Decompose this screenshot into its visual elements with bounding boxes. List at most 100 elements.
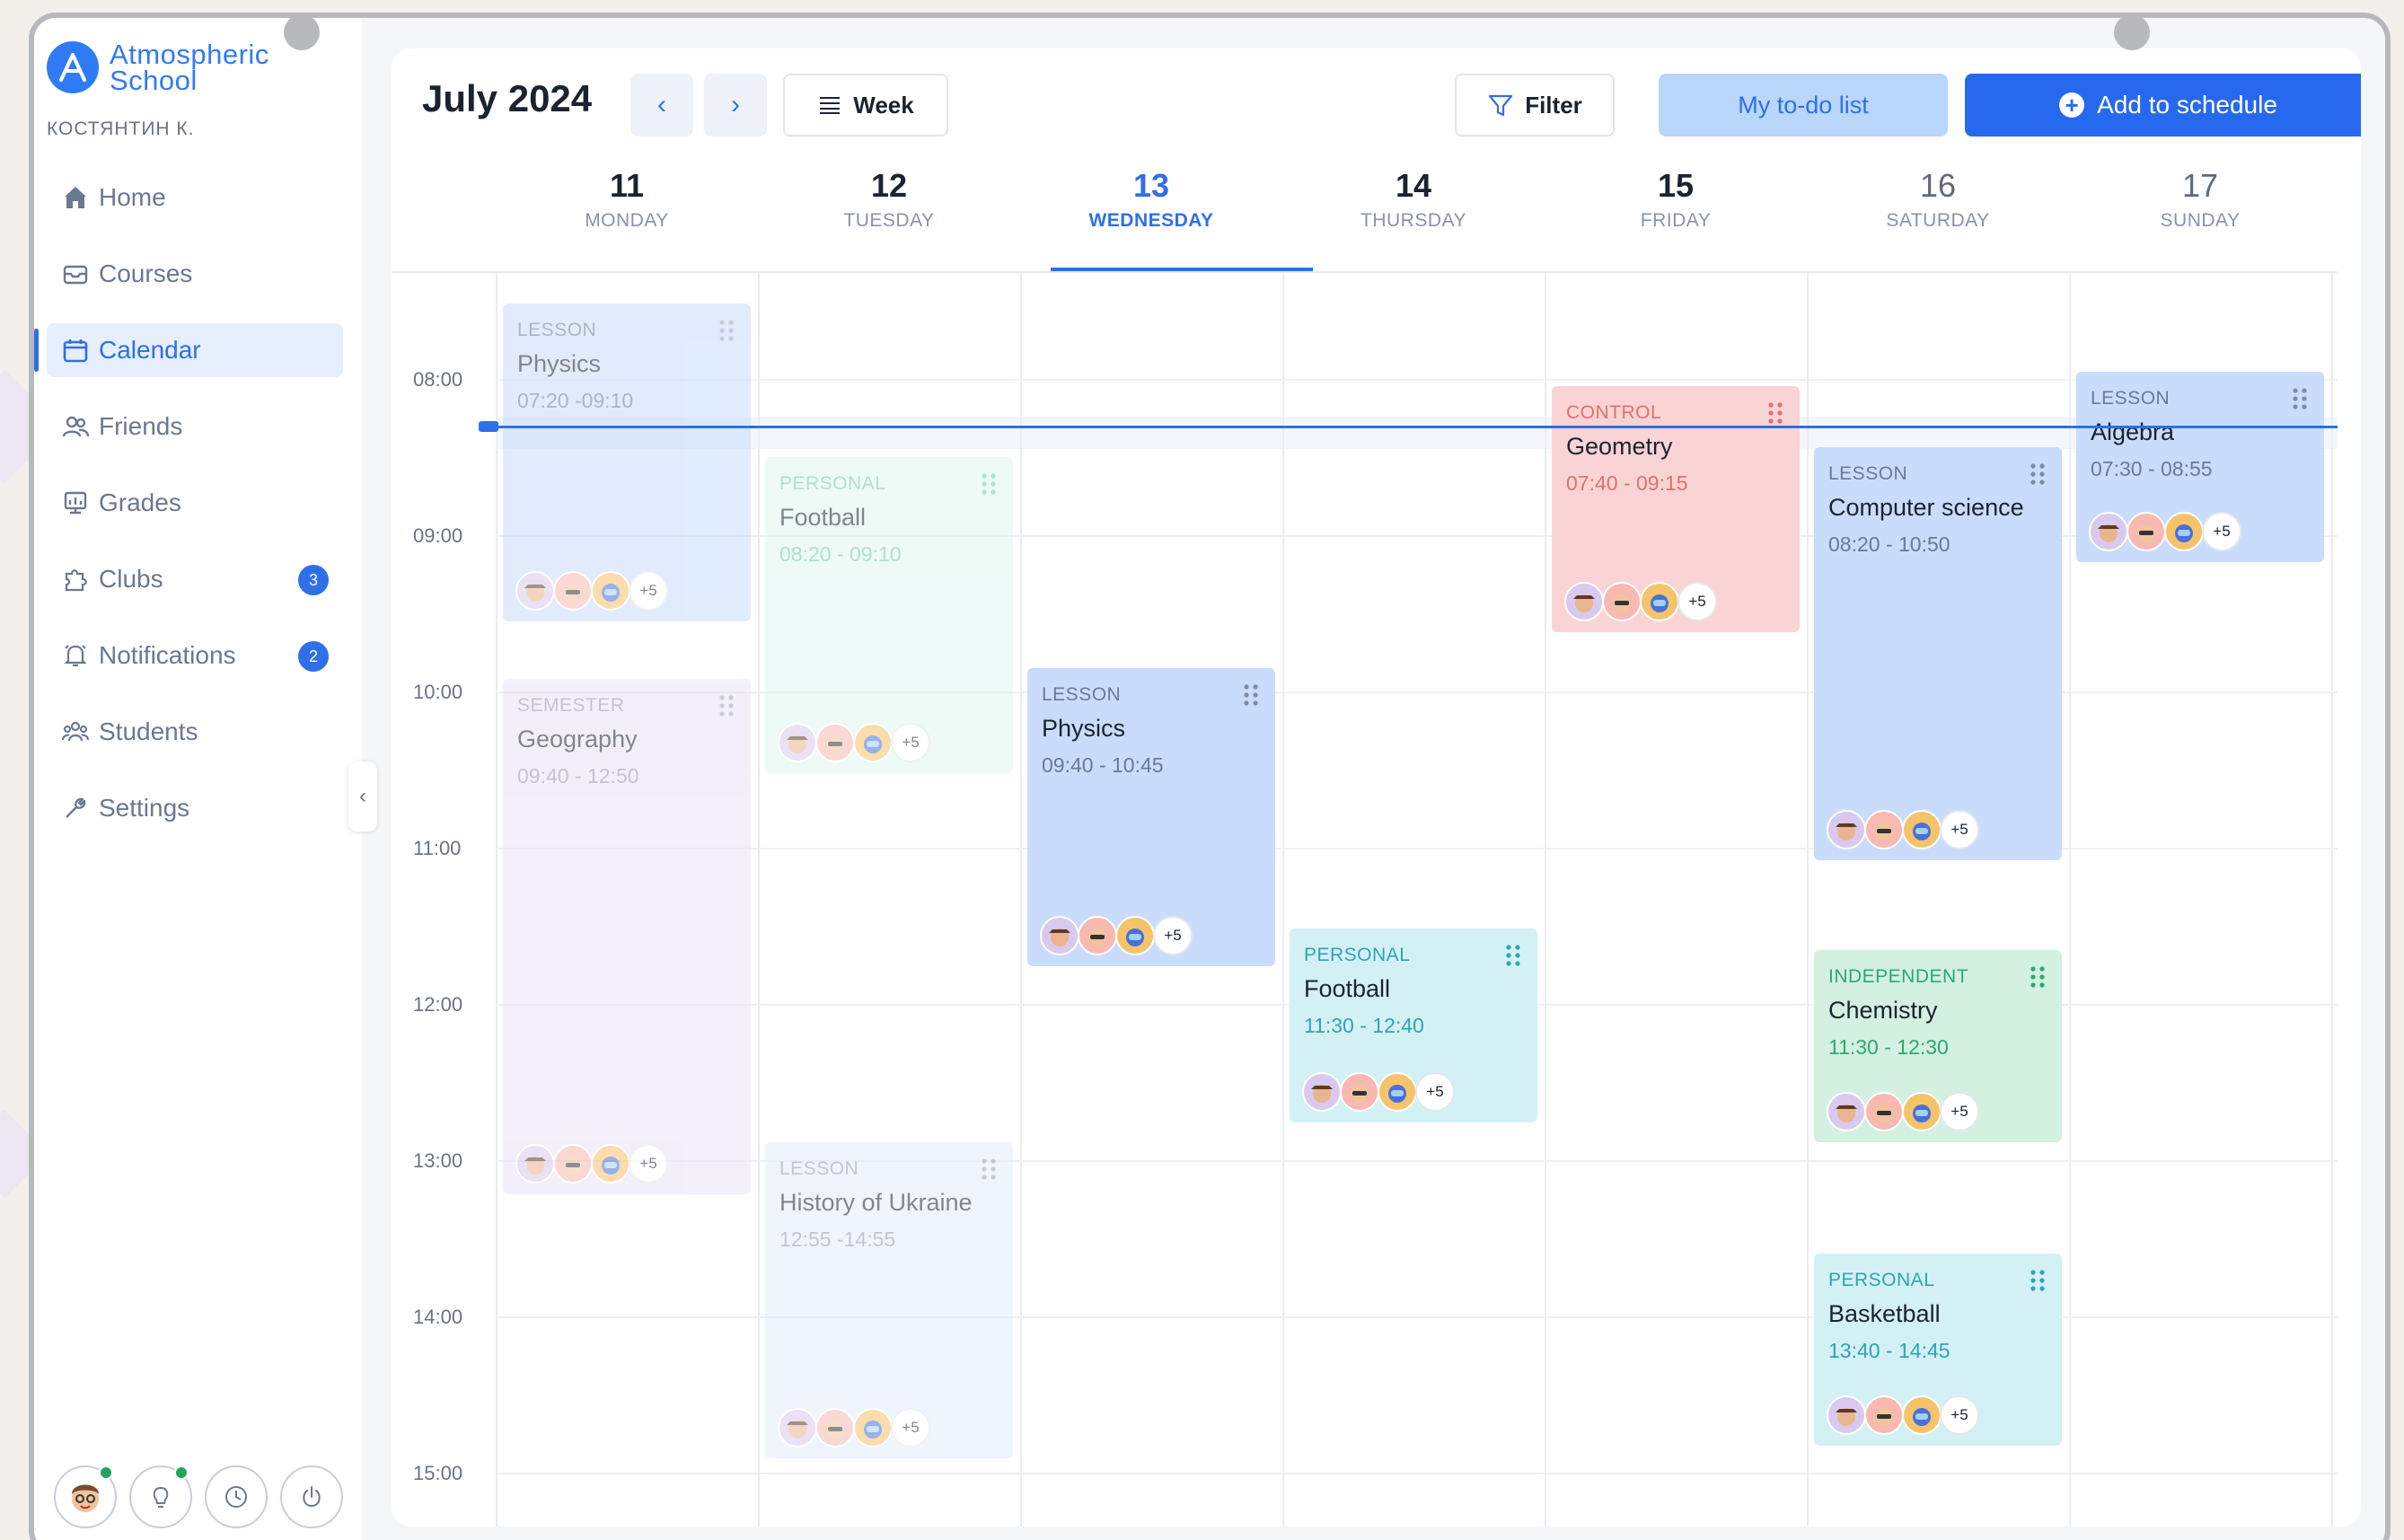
- students-icon: [61, 721, 90, 742]
- logo[interactable]: Atmospheric School: [47, 40, 269, 94]
- participants[interactable]: +5: [515, 571, 668, 611]
- event-time: 11:30 - 12:30: [1828, 1035, 1949, 1059]
- frame-pin: [284, 18, 320, 50]
- day-header-saturday[interactable]: 16 SATURDAY: [1807, 167, 2069, 232]
- event-card[interactable]: LESSON Algebra 07:30 - 08:55 +5: [2076, 372, 2324, 562]
- sidebar-nav: Home Courses Calendar Friends Grades Clu…: [34, 171, 343, 858]
- drag-handle-icon[interactable]: [717, 318, 736, 343]
- sidebar-item-label: Notifications: [99, 641, 236, 669]
- grid-column-line: [1020, 273, 1022, 1527]
- participants[interactable]: +5: [1827, 810, 1979, 849]
- day-number: 11: [609, 167, 645, 204]
- event-title: Physics: [1042, 715, 1126, 742]
- day-number: 17: [2181, 167, 2219, 204]
- tips-button[interactable]: [129, 1465, 192, 1528]
- sidebar-item-courses[interactable]: Courses: [47, 247, 343, 301]
- collapse-sidebar-button[interactable]: ‹: [348, 761, 377, 832]
- filter-icon: [1489, 94, 1513, 117]
- more-participants: +5: [1153, 916, 1193, 955]
- day-header-friday[interactable]: 15 FRIDAY: [1545, 167, 1807, 232]
- drag-handle-icon[interactable]: [979, 471, 999, 497]
- event-card[interactable]: LESSON Physics 09:40 - 10:45 +5: [1027, 668, 1275, 966]
- more-participants: +5: [891, 1408, 930, 1448]
- sidebar-item-notifications[interactable]: Notifications 2: [47, 629, 343, 682]
- event-card[interactable]: INDEPENDENT Chemistry 11:30 - 12:30 +5: [1814, 950, 2062, 1142]
- sidebar-item-students[interactable]: Students: [47, 705, 343, 759]
- day-header-thursday[interactable]: 14 THURSDAY: [1282, 167, 1545, 232]
- add-to-schedule-label: Add to schedule: [2097, 91, 2277, 119]
- participants[interactable]: +5: [778, 723, 930, 762]
- event-card[interactable]: LESSON Physics 07:20 -09:10 +5: [503, 304, 751, 621]
- user-avatar-button[interactable]: [54, 1465, 117, 1528]
- grid-column-line: [1807, 273, 1809, 1527]
- view-select-button[interactable]: Week: [783, 74, 948, 136]
- day-header-tuesday[interactable]: 12 TUESDAY: [758, 167, 1020, 232]
- sidebar-item-settings[interactable]: Settings: [47, 781, 343, 835]
- todo-list-button[interactable]: My to-do list: [1659, 74, 1948, 136]
- drag-handle-icon[interactable]: [717, 693, 736, 718]
- avatar: [1864, 1092, 1904, 1131]
- more-participants: +5: [629, 1144, 668, 1184]
- participants[interactable]: +5: [1827, 1092, 1979, 1131]
- drag-handle-icon[interactable]: [1241, 682, 1261, 708]
- friends-icon: [62, 416, 90, 437]
- day-name: WEDNESDAY: [1088, 210, 1214, 231]
- drag-handle-icon[interactable]: [2290, 386, 2310, 411]
- filter-button[interactable]: Filter: [1455, 74, 1615, 136]
- avatar: [515, 571, 555, 611]
- add-to-schedule-button[interactable]: + Add to schedule: [1965, 74, 2361, 136]
- participants[interactable]: +5: [778, 1408, 930, 1448]
- event-card[interactable]: PERSONAL Football 11:30 - 12:40 +5: [1290, 928, 1537, 1122]
- participants[interactable]: +5: [1040, 916, 1193, 955]
- sidebar-item-calendar[interactable]: Calendar: [34, 323, 343, 377]
- online-status-dot: [99, 1465, 113, 1480]
- sidebar-item-home[interactable]: Home: [47, 171, 343, 224]
- sidebar-item-label: Calendar: [99, 336, 201, 364]
- event-card[interactable]: PERSONAL Football 08:20 - 09:10 +5: [765, 457, 1013, 773]
- prev-week-button[interactable]: ‹: [630, 74, 693, 136]
- avatar: [1902, 810, 1942, 849]
- participants[interactable]: +5: [1302, 1072, 1455, 1112]
- drag-handle-icon[interactable]: [1766, 400, 1785, 426]
- participants[interactable]: +5: [1827, 1395, 1979, 1435]
- avatar: [515, 1144, 555, 1184]
- participants[interactable]: +5: [515, 1144, 668, 1184]
- logout-button[interactable]: [280, 1465, 343, 1528]
- next-week-button[interactable]: ›: [704, 74, 767, 136]
- sidebar-item-friends[interactable]: Friends: [47, 400, 343, 453]
- history-button[interactable]: [205, 1465, 268, 1528]
- clock-icon: [225, 1486, 247, 1508]
- event-card[interactable]: PERSONAL Basketball 13:40 - 14:45 +5: [1814, 1254, 2062, 1446]
- event-card[interactable]: CONTROL Geometry 07:40 - 09:15 +5: [1552, 386, 1800, 632]
- event-title: History of Ukraine: [779, 1189, 973, 1216]
- grid-column-line: [496, 273, 498, 1527]
- sidebar-item-clubs[interactable]: Clubs 3: [47, 552, 343, 606]
- avatar: [1602, 582, 1642, 621]
- current-time-line: [481, 426, 2338, 428]
- drag-handle-icon[interactable]: [979, 1157, 999, 1182]
- sidebar-item-grades[interactable]: Grades: [47, 476, 343, 530]
- drag-handle-icon[interactable]: [2028, 1268, 2047, 1293]
- day-header-wednesday[interactable]: 13 WEDNESDAY: [1020, 167, 1282, 232]
- participants[interactable]: +5: [2089, 512, 2241, 551]
- time-label: 09:00: [413, 524, 463, 547]
- event-type: LESSON: [517, 320, 597, 340]
- plus-circle-icon: +: [2059, 92, 2085, 118]
- event-time: 07:20 -09:10: [517, 389, 634, 412]
- event-time: 11:30 - 12:40: [1304, 1014, 1424, 1037]
- chevron-right-icon: ›: [731, 90, 740, 119]
- drag-handle-icon[interactable]: [2028, 462, 2047, 487]
- day-header-sunday[interactable]: 17 SUNDAY: [2069, 167, 2331, 232]
- day-header-monday[interactable]: 11 MONDAY: [496, 167, 758, 232]
- event-card[interactable]: LESSON History of Ukraine 12:55 -14:55 +…: [765, 1142, 1013, 1458]
- avatar: [2089, 512, 2128, 551]
- event-title: Computer science: [1828, 494, 2024, 521]
- event-card[interactable]: LESSON Computer science 08:20 - 10:50 +5: [1814, 447, 2062, 860]
- day-number: 13: [1132, 167, 1170, 204]
- drag-handle-icon[interactable]: [1503, 943, 1523, 968]
- drag-handle-icon[interactable]: [2028, 964, 2047, 990]
- time-label: 13:00: [413, 1149, 463, 1172]
- time-label: 08:00: [413, 368, 463, 391]
- participants[interactable]: +5: [1564, 582, 1717, 621]
- event-card[interactable]: SEMESTER Geography 09:40 - 12:50 +5: [503, 679, 751, 1194]
